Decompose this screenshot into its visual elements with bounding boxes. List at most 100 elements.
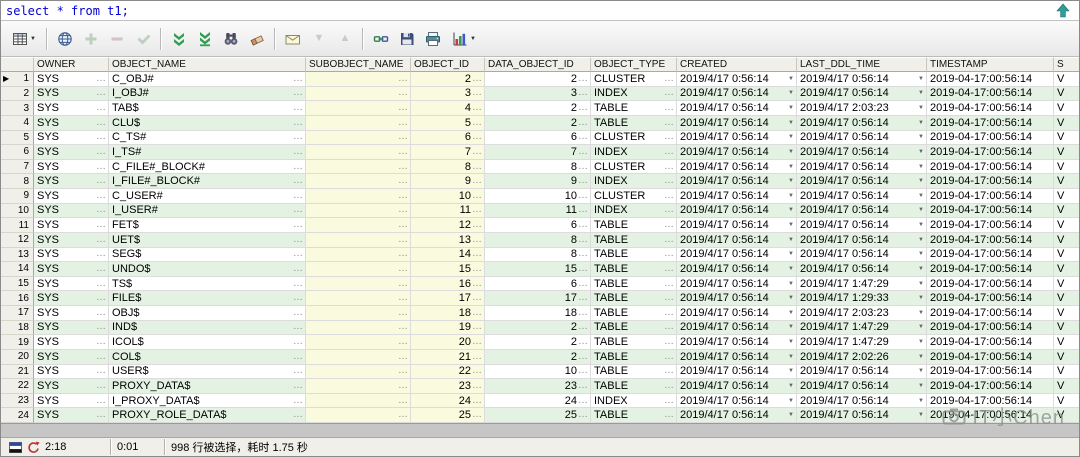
cell-owner[interactable]: SYS…	[34, 86, 109, 102]
cell-object-id[interactable]: 25…	[411, 408, 485, 423]
cell-ellipsis-button[interactable]: …	[293, 278, 303, 290]
cell-ellipsis-button[interactable]: …	[472, 204, 482, 216]
cell-last-ddl-time[interactable]: 2019/4/17 1:47:29 ▼	[797, 335, 927, 350]
cell-object-id[interactable]: 3…	[411, 86, 485, 102]
cell-ellipsis-button[interactable]: …	[664, 175, 674, 187]
cell-dropdown-button[interactable]: ▼	[788, 380, 794, 392]
cell-dropdown-button[interactable]: ▼	[788, 234, 794, 246]
cell-ellipsis-button[interactable]: …	[293, 117, 303, 129]
cell-ellipsis-button[interactable]: …	[472, 131, 482, 143]
cell-s[interactable]: V	[1054, 247, 1079, 263]
cell-ellipsis-button[interactable]: …	[578, 204, 588, 216]
cell-ellipsis-button[interactable]: …	[293, 321, 303, 333]
cell-object-name[interactable]: TAB$…	[109, 101, 306, 116]
cell-s[interactable]: V	[1054, 335, 1079, 350]
cell-timestamp[interactable]: 2019-04-17:00:56:14	[927, 203, 1054, 219]
cell-s[interactable]: V	[1054, 408, 1079, 423]
cell-owner[interactable]: SYS…	[34, 115, 109, 131]
cell-dropdown-button[interactable]: ▼	[788, 321, 794, 333]
sql-editor[interactable]: select * from t1;	[1, 1, 1079, 21]
link-button[interactable]	[368, 27, 394, 51]
cell-data-object-id[interactable]: 18…	[485, 306, 591, 321]
cell-object-id[interactable]: 9…	[411, 174, 485, 189]
cell-ellipsis-button[interactable]: …	[293, 219, 303, 231]
cell-object-type[interactable]: TABLE…	[591, 218, 677, 233]
cell-subobject-name[interactable]: …	[306, 86, 411, 102]
cell-ellipsis-button[interactable]: …	[293, 161, 303, 173]
find-button[interactable]	[218, 27, 244, 51]
cell-data-object-id[interactable]: 23…	[485, 379, 591, 394]
cell-subobject-name[interactable]: …	[306, 349, 411, 365]
cell-ellipsis-button[interactable]: …	[578, 87, 588, 99]
cell-ellipsis-button[interactable]: …	[578, 263, 588, 275]
cell-object-type[interactable]: TABLE…	[591, 306, 677, 321]
cell-subobject-name[interactable]: …	[306, 364, 411, 380]
cell-object-id[interactable]: 6…	[411, 130, 485, 146]
cell-ellipsis-button[interactable]: …	[398, 351, 408, 363]
cell-ellipsis-button[interactable]: …	[96, 161, 106, 173]
cell-owner[interactable]: SYS…	[34, 408, 109, 423]
cell-object-name[interactable]: I_FILE#_BLOCK#…	[109, 174, 306, 189]
fetch-all-button[interactable]	[192, 27, 218, 51]
cell-created[interactable]: 2019/4/17 0:56:14 ▼	[677, 159, 797, 175]
cell-timestamp[interactable]: 2019-04-17:00:56:14	[927, 364, 1054, 380]
cell-created[interactable]: 2019/4/17 0:56:14 ▼	[677, 408, 797, 423]
cell-ellipsis-button[interactable]: …	[293, 204, 303, 216]
cell-object-type[interactable]: TABLE…	[591, 349, 677, 365]
cell-ellipsis-button[interactable]: …	[293, 248, 303, 260]
cell-owner[interactable]: SYS…	[34, 203, 109, 219]
column-header-owner[interactable]: OWNER	[34, 57, 109, 72]
cell-created[interactable]: 2019/4/17 0:56:14 ▼	[677, 393, 797, 409]
cell-object-id[interactable]: 15…	[411, 262, 485, 277]
cell-s[interactable]: V	[1054, 364, 1079, 380]
cell-ellipsis-button[interactable]: …	[664, 190, 674, 202]
row-header[interactable]: 4	[1, 115, 34, 131]
cell-object-id[interactable]: 22…	[411, 364, 485, 380]
cell-ellipsis-button[interactable]: …	[398, 73, 408, 85]
cell-created[interactable]: 2019/4/17 0:56:14 ▼	[677, 86, 797, 102]
cell-created[interactable]: 2019/4/17 0:56:14 ▼	[677, 101, 797, 116]
cell-data-object-id[interactable]: 2…	[485, 72, 591, 87]
cell-s[interactable]: V	[1054, 320, 1079, 336]
cell-owner[interactable]: SYS…	[34, 335, 109, 350]
cell-ellipsis-button[interactable]: …	[664, 336, 674, 348]
cell-object-name[interactable]: C_FILE#_BLOCK#…	[109, 159, 306, 175]
insert-record-button[interactable]	[78, 27, 104, 51]
cell-owner[interactable]: SYS…	[34, 349, 109, 365]
row-header[interactable]: 3	[1, 101, 34, 116]
cell-ellipsis-button[interactable]: …	[96, 204, 106, 216]
cell-ellipsis-button[interactable]: …	[96, 175, 106, 187]
cell-created[interactable]: 2019/4/17 0:56:14 ▼	[677, 203, 797, 219]
cell-owner[interactable]: SYS…	[34, 232, 109, 248]
cell-data-object-id[interactable]: 24…	[485, 393, 591, 409]
cell-dropdown-button[interactable]: ▼	[918, 117, 924, 129]
cell-object-id[interactable]: 21…	[411, 349, 485, 365]
cell-ellipsis-button[interactable]: …	[398, 131, 408, 143]
cell-ellipsis-button[interactable]: …	[472, 161, 482, 173]
cell-data-object-id[interactable]: 8…	[485, 159, 591, 175]
cell-dropdown-button[interactable]: ▼	[788, 307, 794, 319]
cell-object-type[interactable]: TABLE…	[591, 379, 677, 394]
cell-subobject-name[interactable]: …	[306, 262, 411, 277]
cell-s[interactable]: V	[1054, 203, 1079, 219]
cell-data-object-id[interactable]: 10…	[485, 189, 591, 204]
cell-subobject-name[interactable]: …	[306, 174, 411, 189]
cell-created[interactable]: 2019/4/17 0:56:14 ▼	[677, 320, 797, 336]
cell-timestamp[interactable]: 2019-04-17:00:56:14	[927, 174, 1054, 189]
clear-button[interactable]	[244, 27, 270, 51]
column-header-object-type[interactable]: OBJECT_TYPE	[591, 57, 677, 72]
cell-object-name[interactable]: FILE$…	[109, 291, 306, 306]
cell-ellipsis-button[interactable]: …	[578, 146, 588, 158]
cell-dropdown-button[interactable]: ▼	[788, 351, 794, 363]
row-header[interactable]: 13	[1, 247, 34, 263]
cell-last-ddl-time[interactable]: 2019/4/17 0:56:14 ▼	[797, 115, 927, 131]
cell-timestamp[interactable]: 2019-04-17:00:56:14	[927, 159, 1054, 175]
row-header[interactable]: 11	[1, 218, 34, 233]
cell-ellipsis-button[interactable]: …	[472, 190, 482, 202]
cell-dropdown-button[interactable]: ▼	[918, 351, 924, 363]
column-header-created[interactable]: CREATED	[677, 57, 797, 72]
cell-ellipsis-button[interactable]: …	[96, 248, 106, 260]
cell-ellipsis-button[interactable]: …	[664, 380, 674, 392]
cell-dropdown-button[interactable]: ▼	[788, 409, 794, 421]
cell-ellipsis-button[interactable]: …	[472, 321, 482, 333]
